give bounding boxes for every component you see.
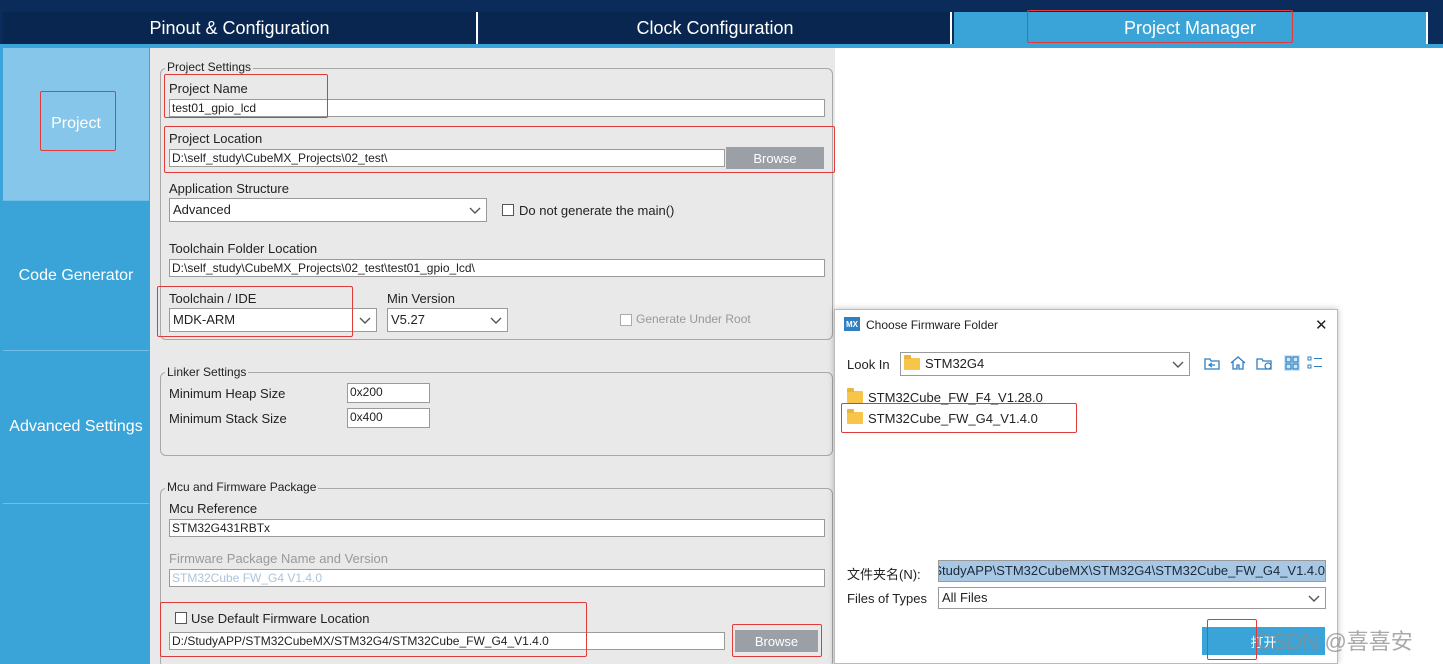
list-item-label: STM32Cube_FW_G4_V1.4.0 — [868, 410, 1038, 426]
mx-logo: MX — [844, 317, 860, 331]
mcu-firmware-legend: Mcu and Firmware Package — [165, 480, 319, 494]
back-folder-icon[interactable] — [1203, 354, 1221, 372]
stack-field[interactable]: 0x400 — [347, 408, 430, 428]
chevron-down-icon — [1172, 361, 1184, 368]
home-icon[interactable] — [1229, 354, 1247, 372]
look-in-value: STM32G4 — [925, 356, 985, 371]
firmware-location-browse-button[interactable]: Browse — [735, 630, 818, 652]
nav-code-generator[interactable]: Code Generator — [3, 201, 149, 351]
firmware-location-field[interactable]: D:/StudyAPP/STM32CubeMX/STM32G4/STM32Cub… — [169, 632, 725, 650]
tab-bar: Pinout & Configuration Clock Configurati… — [0, 12, 1443, 44]
mcu-reference-label: Mcu Reference — [169, 501, 258, 516]
min-version-value: V5.27 — [391, 312, 425, 327]
details-view-icon[interactable] — [1306, 354, 1324, 372]
list-view-icon[interactable] — [1283, 354, 1301, 372]
toolchain-folder-label: Toolchain Folder Location — [169, 241, 318, 256]
chevron-down-icon — [469, 207, 481, 214]
folder-icon — [904, 354, 920, 370]
project-panel: Project Settings Project Name test01_gpi… — [150, 48, 835, 664]
chevron-down-icon — [490, 317, 502, 324]
stack-label: Minimum Stack Size — [169, 411, 287, 426]
project-location-label: Project Location — [169, 131, 263, 146]
dialog-titlebar: MX Choose Firmware Folder ✕ — [835, 310, 1337, 340]
mcu-reference-field[interactable]: STM32G431RBTx — [169, 519, 825, 537]
folder-name-field[interactable]: StudyAPP\STM32CubeMX\STM32G4\STM32Cube_F… — [938, 560, 1326, 582]
new-folder-icon[interactable] — [1255, 354, 1273, 372]
chevron-down-icon — [359, 317, 371, 324]
toolchain-value: MDK-ARM — [173, 312, 236, 327]
app-structure-value: Advanced — [173, 202, 231, 217]
heap-field[interactable]: 0x200 — [347, 383, 430, 403]
toolchain-folder-field[interactable]: D:\self_study\CubeMX_Projects\02_test\te… — [169, 259, 825, 277]
folder-icon — [847, 409, 863, 424]
left-nav: Project Code Generator Advanced Settings — [0, 48, 150, 664]
tab-clock[interactable]: Clock Configuration — [480, 12, 952, 44]
project-name-label: Project Name — [169, 81, 248, 96]
chevron-down-icon — [1308, 595, 1320, 602]
app-structure-label: Application Structure — [169, 181, 289, 196]
list-item-fw-f4[interactable]: STM32Cube_FW_F4_V1.28.0 — [847, 387, 1043, 407]
app-structure-select[interactable]: Advanced — [169, 198, 487, 222]
folder-name-label: 文件夹名(N): — [847, 567, 921, 582]
files-of-types-value: All Files — [942, 590, 988, 605]
tab-project-manager[interactable]: Project Manager — [954, 12, 1428, 44]
nav-advanced-settings[interactable]: Advanced Settings — [3, 351, 149, 504]
use-default-firmware-label: Use Default Firmware Location — [191, 611, 370, 626]
toolchain-select[interactable]: MDK-ARM — [169, 308, 377, 332]
list-item-label: STM32Cube_FW_F4_V1.28.0 — [868, 389, 1043, 405]
no-main-checkbox[interactable] — [502, 204, 514, 216]
nav-project[interactable]: Project — [3, 48, 149, 201]
toolchain-label: Toolchain / IDE — [169, 291, 257, 306]
look-in-select[interactable]: STM32G4 — [900, 352, 1190, 376]
project-name-field[interactable]: test01_gpio_lcd — [169, 99, 825, 117]
gen-under-root-checkbox[interactable] — [620, 314, 632, 326]
choose-firmware-dialog: MX Choose Firmware Folder ✕ Look In STM3… — [834, 309, 1338, 664]
use-default-firmware-checkbox[interactable] — [175, 612, 187, 624]
tab-pinout[interactable]: Pinout & Configuration — [3, 12, 478, 44]
gen-under-root-label: Generate Under Root — [636, 312, 751, 326]
firmware-package-field[interactable]: STM32Cube FW_G4 V1.4.0 — [169, 569, 825, 587]
files-of-types-select[interactable]: All Files — [938, 587, 1326, 609]
dialog-title: Choose Firmware Folder — [866, 318, 999, 332]
heap-label: Minimum Heap Size — [169, 386, 286, 401]
min-version-select[interactable]: V5.27 — [387, 308, 508, 332]
project-location-field[interactable]: D:\self_study\CubeMX_Projects\02_test\ — [169, 149, 725, 167]
list-item-fw-g4[interactable]: STM32Cube_FW_G4_V1.4.0 — [847, 408, 1038, 428]
project-location-browse-button[interactable]: Browse — [726, 147, 824, 169]
project-settings-legend: Project Settings — [165, 60, 254, 74]
linker-settings-legend: Linker Settings — [165, 365, 249, 379]
min-version-label: Min Version — [387, 291, 455, 306]
firmware-package-label: Firmware Package Name and Version — [169, 551, 388, 566]
watermark: CSDN @喜喜安 — [1256, 629, 1413, 654]
close-icon[interactable]: ✕ — [1315, 316, 1328, 334]
top-strip — [0, 0, 1443, 12]
nav-empty — [3, 504, 149, 664]
folder-icon — [847, 388, 863, 403]
files-of-types-label: Files of Types — [847, 591, 927, 606]
look-in-label: Look In — [847, 357, 890, 372]
no-main-label: Do not generate the main() — [519, 203, 675, 218]
